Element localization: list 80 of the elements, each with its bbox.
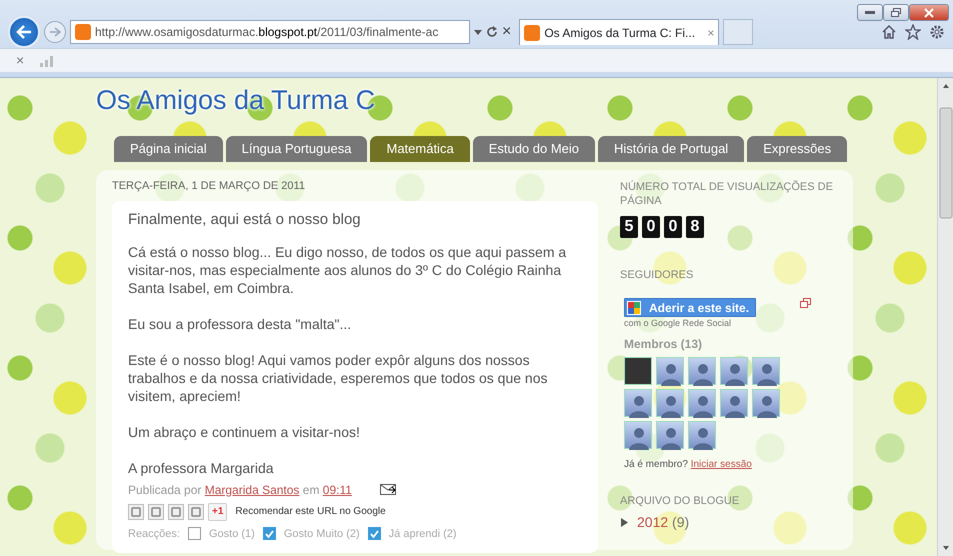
avatar-silhouette-icon[interactable] <box>656 356 684 384</box>
section-heading: ARQUIVO DO BLOGUE <box>620 494 740 508</box>
post-paragraph: Eu sou a professora desta "malta"... <box>128 314 352 332</box>
post-paragraph: Um abraço e continuem a visitar-nos! <box>128 422 361 440</box>
member-question: Já é membro? <box>624 458 688 470</box>
home-icon[interactable] <box>881 24 897 40</box>
reaction-checkbox[interactable] <box>188 527 201 540</box>
avatar-silhouette-icon[interactable] <box>656 388 684 416</box>
settings-icon[interactable] <box>929 24 945 40</box>
back-button[interactable] <box>8 16 40 48</box>
nav-tab[interactable]: Expressões <box>747 136 848 162</box>
reaction-label: Gosto Muito (2) <box>284 526 360 542</box>
tab-title: Os Amigos da Turma C: Fi... <box>544 24 696 42</box>
counter-digit: 0 <box>642 216 660 238</box>
members-heading: Membros (13) <box>624 336 704 352</box>
post-paragraph: A professora Margarida <box>128 458 275 476</box>
refresh-icon[interactable] <box>486 26 498 38</box>
blog-logo-icon <box>75 24 91 40</box>
counter-digit: 8 <box>686 216 704 238</box>
avatar-silhouette-icon[interactable] <box>624 388 652 416</box>
blog-logo-icon <box>524 24 540 40</box>
time-link[interactable]: 09:11 <box>322 482 352 496</box>
nav-tab[interactable]: Página inicial <box>114 136 223 162</box>
email-icon[interactable] <box>380 484 396 495</box>
nav-tab[interactable]: Língua Portuguesa <box>226 136 368 162</box>
sign-in-link[interactable]: Iniciar sessão <box>690 458 752 470</box>
avatar-silhouette-icon[interactable] <box>624 420 652 448</box>
minimize-icon <box>865 10 875 14</box>
close-toolbar-button[interactable]: × <box>16 50 24 71</box>
post-byline: Publicada por Margarida Santos em 09:11 <box>128 482 352 498</box>
author-link[interactable]: Margarida Santos <box>204 482 300 496</box>
avatar-silhouette-icon[interactable] <box>688 420 716 448</box>
plus-one-button[interactable]: +1 <box>208 502 228 520</box>
close-tab-button[interactable]: × <box>707 24 714 42</box>
back-arrow-icon <box>16 25 32 39</box>
restore-button[interactable] <box>883 4 909 21</box>
reaction-checkbox[interactable] <box>368 527 381 540</box>
reaction-checkbox[interactable] <box>262 527 276 540</box>
minimize-button[interactable] <box>857 4 883 21</box>
forward-arrow-icon <box>49 27 61 37</box>
google-logo-icon <box>627 300 641 314</box>
nav-tab[interactable]: Estudo do Meio <box>472 136 596 162</box>
close-icon <box>924 8 934 18</box>
recommend-text: Recomendar este URL no Google <box>235 504 386 518</box>
nav-tab[interactable]: História de Portugal <box>598 136 744 162</box>
post-date: TERÇA-FEIRA, 1 DE MARÇO DE 2011 <box>112 179 306 194</box>
section-heading: SEGUIDORES <box>620 268 694 282</box>
section-heading: NÚMERO TOTAL DE VISUALIZAÇÕES DE PÁGINA <box>620 180 834 208</box>
avatar-silhouette-icon[interactable] <box>752 356 780 384</box>
popout-icon[interactable] <box>800 298 811 308</box>
avatar-silhouette-icon[interactable] <box>688 388 716 416</box>
url-text: http://www.osamigosdaturmac.blogspot.pt/2011/03/finalmente-ac <box>95 24 438 41</box>
dropdown-icon[interactable] <box>474 30 482 34</box>
nav-tab[interactable]: Matemática <box>370 136 470 162</box>
counter-digit: 0 <box>664 216 682 238</box>
photo-placeholder[interactable] <box>624 356 652 384</box>
restore-icon <box>891 8 901 17</box>
close-window-button[interactable] <box>909 4 949 21</box>
browser-tab[interactable]: Os Amigos da Turma C: Fi... × <box>519 19 720 45</box>
forward-button[interactable] <box>44 21 66 43</box>
post-paragraph: Cá está o nosso blog... Eu digo nosso, de todos os que aqui passem a visitar-nos, mas especialmente aos alunos do 3º C do Colégio Rainha Santa Isabel, em Coimbra. <box>128 242 568 296</box>
join-site-button[interactable]: Aderir a este site. <box>624 298 756 317</box>
post-paragraph: Este é o nosso blog! Aqui vamos poder expôr alguns dos nossos trabalhos e da nossa criatividade, esperemos que todos os que nos visitem, apreciem! <box>128 350 548 404</box>
stop-button[interactable]: × <box>502 24 512 40</box>
star-icon[interactable] <box>905 24 921 40</box>
reaction-label: Gosto (1) <box>208 526 255 542</box>
reactions-label: Reacções: <box>128 526 180 542</box>
avatar-silhouette-icon[interactable] <box>656 420 684 448</box>
signal-bars-icon <box>40 54 54 66</box>
avatar-silhouette-icon[interactable] <box>720 388 748 416</box>
counter-digit: 5 <box>620 216 638 238</box>
join-subtitle: com o Google Rede Social <box>624 317 732 330</box>
avatar-silhouette-icon[interactable] <box>752 388 780 416</box>
archive-year-link[interactable]: 2012 (9) <box>637 512 690 532</box>
reaction-label: Já aprendi (2) <box>388 526 457 542</box>
address-bar[interactable]: http://www.osamigosdaturmac.blogspot.pt/2011/03/finalmente-ac <box>70 20 470 44</box>
avatar-silhouette-icon[interactable] <box>688 356 716 384</box>
expand-toggle[interactable] <box>620 518 629 526</box>
post-title[interactable]: Finalmente, aqui está o nosso blog <box>128 210 582 228</box>
avatar-silhouette-icon[interactable] <box>720 356 748 384</box>
